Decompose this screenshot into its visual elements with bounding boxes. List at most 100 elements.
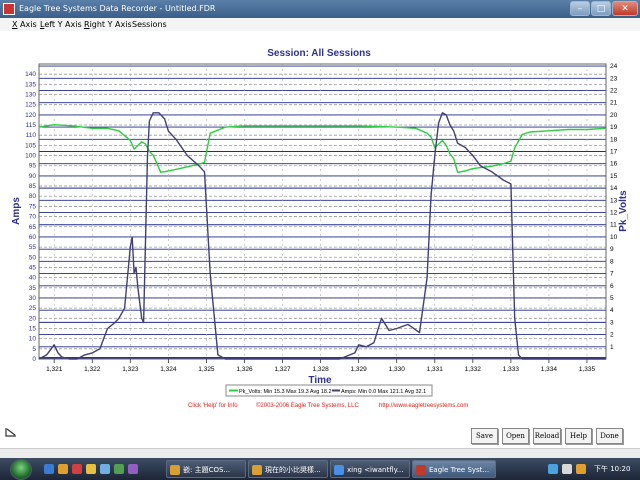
- left-tick-label: 125: [25, 102, 36, 109]
- x-tick-label: 1,330: [389, 366, 406, 373]
- x-tick-label: 1,325: [198, 366, 215, 373]
- left-tick-label: 20: [29, 315, 37, 322]
- reload-button[interactable]: Reload: [533, 428, 561, 444]
- quicklaunch-chat-icon[interactable]: [114, 464, 124, 474]
- x-tick-label: 1,335: [579, 366, 596, 373]
- right-tick-label: 22: [610, 87, 618, 94]
- taskbar-clock[interactable]: 下午 10:20: [594, 458, 630, 480]
- taskbar-item-3-icon: [334, 465, 344, 475]
- left-tick-label: 140: [25, 71, 36, 78]
- right-tick-label: 16: [610, 161, 618, 168]
- right-tick-label: 8: [610, 258, 614, 265]
- right-tick-label: 19: [610, 124, 618, 131]
- left-tick-label: 40: [29, 275, 37, 282]
- x-axis-ticks: 1,321 1,322 1,323 1,324 1,325 1,326 1,327 1,328…: [46, 359, 595, 373]
- right-tick-label: 11: [610, 222, 617, 229]
- quicklaunch-ie-icon[interactable]: [44, 464, 54, 474]
- left-tick-label: 105: [25, 142, 36, 149]
- quicklaunch-media-icon[interactable]: [72, 464, 82, 474]
- right-tick-label: 18: [610, 136, 618, 143]
- right-tick-label: 4: [610, 307, 614, 314]
- right-tick-label: 5: [610, 295, 614, 302]
- menu-x-axis[interactable]: X Axis: [12, 18, 37, 31]
- quicklaunch-extra-icon[interactable]: [128, 464, 138, 474]
- right-tick-label: 13: [610, 197, 618, 204]
- title-bar: Eagle Tree Systems Data Recorder - Untit…: [0, 0, 640, 18]
- quicklaunch-app-icon[interactable]: [100, 464, 110, 474]
- left-tick-label: 65: [29, 224, 37, 231]
- left-tick-label: 15: [29, 325, 37, 332]
- right-tick-label: 6: [610, 283, 614, 290]
- right-tick-label: 21: [610, 100, 618, 107]
- left-tick-label: 60: [29, 234, 37, 241]
- taskbar-item-4-icon: [416, 465, 426, 475]
- taskbar-item-4[interactable]: Eagle Tree Syst...: [412, 460, 496, 478]
- right-tick-label: 14: [610, 185, 618, 192]
- right-tick-label: 15: [610, 173, 618, 180]
- x-tick-label: 1,333: [503, 366, 520, 373]
- x-tick-label: 1,326: [236, 366, 253, 373]
- left-tick-label: 45: [29, 264, 37, 271]
- help-button[interactable]: Help: [565, 428, 592, 444]
- right-tick-label: 3: [610, 319, 614, 326]
- menu-left-y-axis[interactable]: Left Y Axis: [40, 18, 82, 31]
- right-tick-label: 24: [610, 63, 618, 70]
- taskbar-item-3[interactable]: xing <iwantfly...: [330, 460, 410, 478]
- left-tick-label: 85: [29, 183, 37, 190]
- left-tick-label: 130: [25, 92, 36, 99]
- left-tick-label: 95: [29, 163, 37, 170]
- left-axis-label: Amps: [11, 197, 22, 225]
- menu-right-y-axis[interactable]: Right Y Axis: [84, 18, 132, 31]
- tray-volume-icon[interactable]: [562, 464, 572, 474]
- left-tick-label: 115: [26, 122, 37, 129]
- left-tick-label: 120: [25, 112, 36, 119]
- taskbar-item-1[interactable]: 嵌: 主題COS...: [166, 460, 246, 478]
- grid-lines: [39, 64, 606, 360]
- left-tick-label: 0: [32, 356, 36, 363]
- x-tick-label: 1,332: [465, 366, 482, 373]
- left-tick-label: 110: [26, 132, 37, 139]
- x-axis-label: Time: [308, 375, 332, 386]
- window-title: Eagle Tree Systems Data Recorder - Untit…: [19, 4, 216, 13]
- menu-sessions[interactable]: Sessions: [132, 18, 167, 31]
- chart-title: Session: All Sessions: [267, 48, 371, 59]
- website-link[interactable]: http://www.eagletreesystems.com: [379, 403, 468, 409]
- quicklaunch-smile-icon[interactable]: [86, 464, 96, 474]
- x-tick-label: 1,324: [160, 366, 177, 373]
- left-tick-label: 70: [29, 214, 37, 221]
- left-tick-label: 55: [29, 244, 37, 251]
- close-button[interactable]: ✕: [612, 1, 638, 16]
- done-button[interactable]: Done: [596, 428, 623, 444]
- taskbar-item-2-icon: [252, 465, 262, 475]
- x-tick-label: 1,327: [274, 366, 291, 373]
- left-tick-label: 50: [29, 254, 37, 261]
- quicklaunch-folder-icon[interactable]: [58, 464, 68, 474]
- maximize-button[interactable]: □: [591, 1, 611, 16]
- menu-bar: X Axis Left Y Axis Right Y Axis Sessions: [0, 18, 640, 31]
- left-tick-label: 10: [29, 336, 37, 343]
- left-tick-label: 80: [29, 193, 37, 200]
- tray-app-icon[interactable]: [576, 464, 586, 474]
- taskbar-item-2[interactable]: 現在的小比奨樣...: [248, 460, 328, 478]
- x-tick-label: 1,322: [84, 366, 101, 373]
- minimize-button[interactable]: –: [570, 1, 590, 16]
- series-line-pk-volts: [38, 123, 607, 174]
- x-tick-label: 1,331: [427, 366, 444, 373]
- start-button-icon[interactable]: [10, 459, 32, 480]
- taskbar-item-4-label: Eagle Tree Syst...: [429, 466, 490, 474]
- x-tick-label: 1,334: [541, 366, 558, 373]
- left-tick-label: 30: [29, 295, 37, 302]
- right-tick-label: 20: [610, 112, 618, 119]
- x-tick-label: 1,321: [46, 366, 63, 373]
- taskbar-item-2-label: 現在的小比奨樣...: [265, 466, 321, 474]
- app-icon: [3, 3, 15, 15]
- resize-grip-icon[interactable]: [4, 426, 18, 438]
- tray-network-icon[interactable]: [548, 464, 558, 474]
- copyright-text: ©2003-2006 Eagle Tree Systems, LLC: [256, 402, 359, 409]
- legend-pk-volts: Pk_Volts: Min 15.3 Max 19.3 Avg 18.2: [239, 389, 332, 395]
- left-tick-label: 35: [29, 285, 37, 292]
- save-button[interactable]: Save: [471, 428, 498, 444]
- right-tick-label: 17: [610, 149, 618, 156]
- open-button[interactable]: Open: [502, 428, 529, 444]
- plot-frame: [38, 63, 607, 360]
